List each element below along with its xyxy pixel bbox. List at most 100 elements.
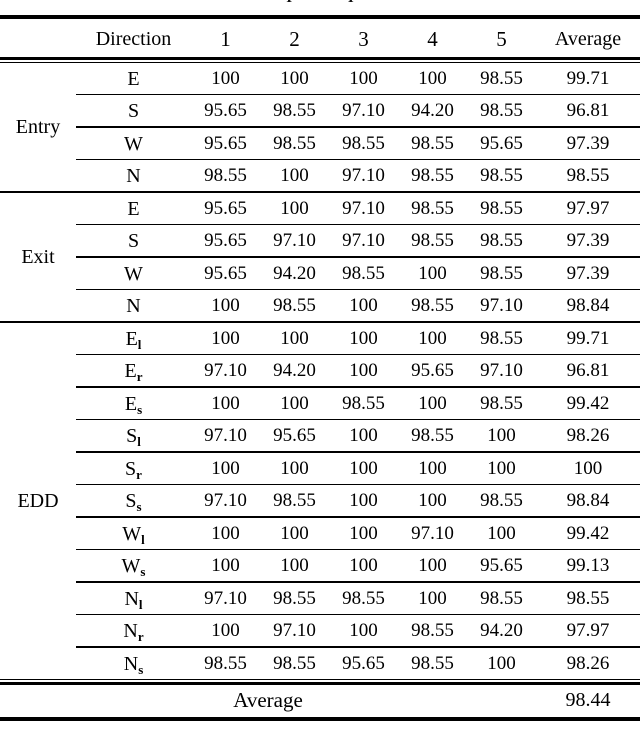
footer-average-row: Average 98.44 xyxy=(0,679,640,719)
cell-run-3: 97.10 xyxy=(329,191,398,225)
cell-run-1: 100 xyxy=(191,549,260,582)
direction-subscript: l xyxy=(137,336,142,352)
cell-run-3: 100 xyxy=(329,516,398,550)
table-row: Exit E 95.65 100 97.10 98.55 98.55 97.97 xyxy=(0,191,640,322)
cell-run-1: 100 xyxy=(191,614,260,647)
row-group-label-edd: EDD xyxy=(0,321,76,681)
direction-label: S xyxy=(76,94,191,127)
cell-run-5: 98.55 xyxy=(467,191,536,225)
direction-label: Wl xyxy=(76,516,191,550)
cell-run-5: 95.65 xyxy=(467,126,536,160)
cell-run-1: 100 xyxy=(191,321,260,355)
cell-run-4: 98.55 xyxy=(398,159,467,192)
cell-run-1: 100 xyxy=(211,68,240,89)
cell-run-2: 98.55 xyxy=(260,94,329,127)
direction-label: S xyxy=(76,224,191,257)
cell-run-3: 100 xyxy=(329,354,398,387)
header-run-5: 5 xyxy=(467,17,536,61)
table-row: Nl 97.10 98.55 98.55 100 98.55 98.55 xyxy=(0,581,640,615)
cell-row-average: 98.55 xyxy=(536,159,640,192)
cell-row-average: 99.13 xyxy=(536,549,640,582)
direction-label: W xyxy=(76,126,191,160)
cell-run-3: 98.55 xyxy=(329,581,398,615)
cell-run-2: 100 xyxy=(260,191,329,225)
row-group-label-entry: Entry xyxy=(15,116,61,138)
cell-run-1: 95.65 xyxy=(191,256,260,290)
table-header: Direction 1 2 3 4 5 Average xyxy=(0,17,640,61)
cell-run-2: 100 xyxy=(260,321,329,355)
header-group-cell xyxy=(0,17,76,61)
cell-row-average: 97.39 xyxy=(536,256,640,290)
header-row: Direction 1 2 3 4 5 Average xyxy=(0,17,640,61)
cell-run-3: 95.65 xyxy=(329,646,398,681)
cell-run-3: 100 xyxy=(329,484,398,517)
cell-row-average: 97.39 xyxy=(536,224,640,257)
cell-run-1: 97.10 xyxy=(191,419,260,452)
cell-run-4: 100 xyxy=(418,68,447,89)
direction-label: E xyxy=(76,191,191,225)
cell-run-1: 95.65 xyxy=(191,191,260,225)
table-row: N 100 98.55 100 98.55 97.10 98.84 xyxy=(0,289,640,322)
cell-run-4: 100 xyxy=(398,256,467,290)
cell-run-4: 98.55 xyxy=(398,419,467,452)
cell-run-5: 98.55 xyxy=(467,321,536,355)
cell-run-1: 95.65 xyxy=(191,224,260,257)
cell-run-2: 98.55 xyxy=(260,289,329,322)
table-row: Ws 100 100 100 100 95.65 99.13 xyxy=(0,549,640,582)
table-row: Wl 100 100 100 97.10 100 99.42 xyxy=(0,516,640,550)
cell-run-1: 97.10 xyxy=(191,354,260,387)
cell-run-2: 100 xyxy=(260,159,329,192)
header-run-1: 1 xyxy=(191,17,260,61)
direction-subscript: s xyxy=(138,661,144,677)
cell-run-5: 98.55 xyxy=(467,256,536,290)
cell-run-5: 97.10 xyxy=(467,354,536,387)
cell-run-4: 100 xyxy=(398,451,467,485)
cell-run-5: 97.10 xyxy=(467,289,536,322)
direction-label: Ws xyxy=(76,549,191,582)
table-footer: Average 98.44 xyxy=(0,679,640,719)
cell-run-1: 95.65 xyxy=(191,126,260,160)
direction-subscript: s xyxy=(140,563,146,579)
table-row: Er 97.10 94.20 100 95.65 97.10 96.81 xyxy=(0,354,640,387)
cell-run-4: 98.55 xyxy=(398,224,467,257)
row-group-label-exit: Exit xyxy=(0,191,76,322)
cell-run-1: 100 xyxy=(191,386,260,420)
cell-run-2: 98.55 xyxy=(260,126,329,160)
cell-run-2: 94.20 xyxy=(260,354,329,387)
cell-row-average: 99.42 xyxy=(536,386,640,420)
direction-label: Sl xyxy=(76,419,191,452)
clipped-caption-text: I I xyxy=(286,0,379,6)
cell-run-2: 100 xyxy=(260,516,329,550)
cell-run-3: 97.10 xyxy=(329,159,398,192)
header-run-3: 3 xyxy=(329,17,398,61)
footer-average-label: Average xyxy=(0,679,536,719)
cell-run-3: 98.55 xyxy=(329,126,398,160)
cell-run-5: 98.55 xyxy=(467,386,536,420)
cell-run-5: 95.65 xyxy=(467,549,536,582)
cell-row-average: 99.42 xyxy=(536,516,640,550)
cell-run-1: 97.10 xyxy=(191,484,260,517)
cell-run-5: 98.55 xyxy=(467,159,536,192)
cell-row-average: 100 xyxy=(536,451,640,485)
cell-run-3: 100 xyxy=(329,289,398,322)
cell-run-2: 100 xyxy=(260,549,329,582)
cell-run-3: 100 xyxy=(329,549,398,582)
cell-run-5: 94.20 xyxy=(467,614,536,647)
cell-run-5: 98.55 xyxy=(467,581,536,615)
direction-subscript: l xyxy=(137,433,141,449)
cell-row-average: 96.81 xyxy=(536,354,640,387)
cell-row-average: 98.84 xyxy=(536,484,640,517)
cell-run-2: 100 xyxy=(280,68,309,89)
direction-subscript: r xyxy=(136,368,143,384)
cell-run-1: 97.10 xyxy=(191,581,260,615)
table-row: W 95.65 98.55 98.55 98.55 95.65 97.39 xyxy=(0,126,640,160)
cell-run-3: 100 xyxy=(329,419,398,452)
direction-subscript: l xyxy=(138,596,143,612)
cell-run-2: 100 xyxy=(260,451,329,485)
cell-row-average: 97.97 xyxy=(536,191,640,225)
direction-subscript: l xyxy=(141,531,145,547)
table-row: Entry E 100 100 100 100 98.55 99.71 xyxy=(0,61,640,137)
cell-run-3: 97.10 xyxy=(329,224,398,257)
cell-run-5: 98.55 xyxy=(467,224,536,257)
cell-run-4: 100 xyxy=(398,484,467,517)
